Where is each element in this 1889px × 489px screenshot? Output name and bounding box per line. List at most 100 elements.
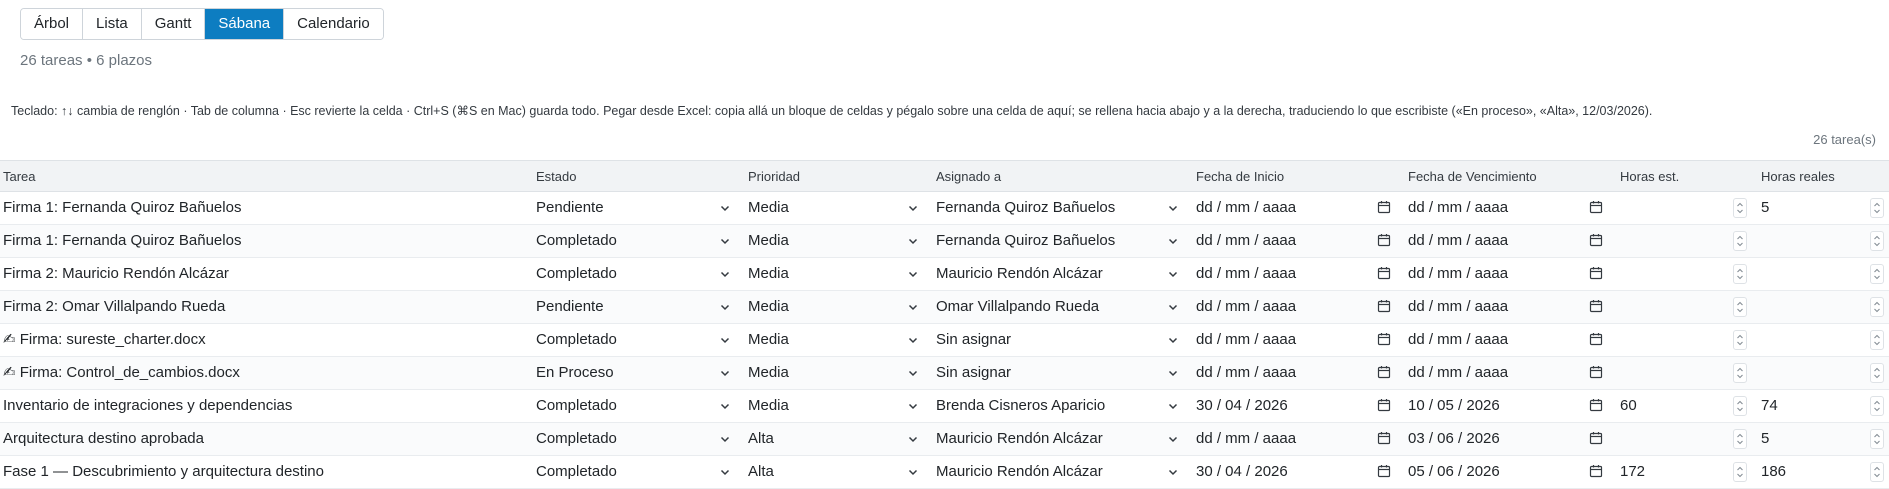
real-hours-input[interactable]: 74 — [1758, 390, 1889, 422]
calendar-icon[interactable] — [1377, 299, 1391, 313]
spinner-updown-icon[interactable] — [1733, 231, 1747, 251]
start-date-input[interactable]: dd / mm / aaaa — [1193, 192, 1405, 224]
real-hours-input[interactable]: 5 — [1758, 423, 1889, 455]
task-name-cell[interactable]: Arquitectura destino aprobada — [0, 423, 533, 455]
real-hours-input[interactable] — [1758, 357, 1889, 389]
est-hours-input[interactable] — [1617, 324, 1758, 356]
est-hours-input[interactable] — [1617, 192, 1758, 224]
assignee-select[interactable]: Brenda Cisneros Aparicio — [933, 390, 1193, 422]
est-hours-input[interactable] — [1617, 357, 1758, 389]
assignee-select[interactable]: Sin asignar — [933, 357, 1193, 389]
due-date-input[interactable]: dd / mm / aaaa — [1405, 258, 1617, 290]
assignee-select[interactable]: Omar Villalpando Rueda — [933, 291, 1193, 323]
spinner-updown-icon[interactable] — [1870, 429, 1884, 449]
calendar-icon[interactable] — [1377, 233, 1391, 247]
calendar-icon[interactable] — [1589, 266, 1603, 280]
due-date-input[interactable]: dd / mm / aaaa — [1405, 291, 1617, 323]
status-select[interactable]: Pendiente — [533, 291, 745, 323]
priority-select[interactable]: Media — [745, 357, 933, 389]
spinner-updown-icon[interactable] — [1870, 231, 1884, 251]
spinner-updown-icon[interactable] — [1870, 396, 1884, 416]
real-hours-input[interactable] — [1758, 324, 1889, 356]
calendar-icon[interactable] — [1589, 332, 1603, 346]
spinner-updown-icon[interactable] — [1870, 462, 1884, 482]
priority-select[interactable]: Media — [745, 258, 933, 290]
assignee-select[interactable]: Mauricio Rendón Alcázar — [933, 423, 1193, 455]
status-select[interactable]: Pendiente — [533, 192, 745, 224]
calendar-icon[interactable] — [1589, 233, 1603, 247]
task-name-cell[interactable]: ✍ Firma: Control_de_cambios.docx — [0, 357, 533, 389]
due-date-input[interactable]: dd / mm / aaaa — [1405, 225, 1617, 257]
task-name-cell[interactable]: Fase 1 — Descubrimiento y arquitectura d… — [0, 456, 533, 488]
view-tab-gantt[interactable]: Gantt — [141, 9, 206, 39]
spinner-updown-icon[interactable] — [1733, 363, 1747, 383]
assignee-select[interactable]: Fernanda Quiroz Bañuelos — [933, 225, 1193, 257]
start-date-input[interactable]: dd / mm / aaaa — [1193, 291, 1405, 323]
start-date-input[interactable]: dd / mm / aaaa — [1193, 324, 1405, 356]
real-hours-input[interactable]: 5 — [1758, 192, 1889, 224]
calendar-icon[interactable] — [1589, 299, 1603, 313]
calendar-icon[interactable] — [1377, 200, 1391, 214]
calendar-icon[interactable] — [1589, 398, 1603, 412]
col-header-est-hours[interactable]: Horas est. — [1617, 161, 1758, 191]
due-date-input[interactable]: 05 / 06 / 2026 — [1405, 456, 1617, 488]
est-hours-input[interactable]: 172 — [1617, 456, 1758, 488]
calendar-icon[interactable] — [1377, 266, 1391, 280]
col-header-start-date[interactable]: Fecha de Inicio — [1193, 161, 1405, 191]
spinner-updown-icon[interactable] — [1733, 462, 1747, 482]
spinner-updown-icon[interactable] — [1733, 297, 1747, 317]
assignee-select[interactable]: Mauricio Rendón Alcázar — [933, 258, 1193, 290]
calendar-icon[interactable] — [1589, 200, 1603, 214]
due-date-input[interactable]: dd / mm / aaaa — [1405, 357, 1617, 389]
status-select[interactable]: Completado — [533, 423, 745, 455]
est-hours-input[interactable] — [1617, 258, 1758, 290]
real-hours-input[interactable] — [1758, 225, 1889, 257]
view-tab-arbol[interactable]: Árbol — [21, 9, 84, 39]
view-tab-sabana[interactable]: Sábana — [205, 9, 285, 39]
col-header-due-date[interactable]: Fecha de Vencimiento — [1405, 161, 1617, 191]
status-select[interactable]: Completado — [533, 456, 745, 488]
real-hours-input[interactable] — [1758, 291, 1889, 323]
view-tab-calendario[interactable]: Calendario — [284, 9, 383, 39]
calendar-icon[interactable] — [1377, 332, 1391, 346]
due-date-input[interactable]: 10 / 05 / 2026 — [1405, 390, 1617, 422]
status-select[interactable]: Completado — [533, 324, 745, 356]
priority-select[interactable]: Media — [745, 390, 933, 422]
task-name-cell[interactable]: ✍ Firma: sureste_charter.docx — [0, 324, 533, 356]
spinner-updown-icon[interactable] — [1870, 297, 1884, 317]
calendar-icon[interactable] — [1377, 464, 1391, 478]
col-header-status[interactable]: Estado — [533, 161, 745, 191]
est-hours-input[interactable] — [1617, 291, 1758, 323]
priority-select[interactable]: Media — [745, 192, 933, 224]
start-date-input[interactable]: dd / mm / aaaa — [1193, 225, 1405, 257]
start-date-input[interactable]: dd / mm / aaaa — [1193, 357, 1405, 389]
calendar-icon[interactable] — [1377, 365, 1391, 379]
start-date-input[interactable]: 30 / 04 / 2026 — [1193, 390, 1405, 422]
col-header-real-hours[interactable]: Horas reales — [1758, 161, 1889, 191]
spinner-updown-icon[interactable] — [1870, 330, 1884, 350]
start-date-input[interactable]: 30 / 04 / 2026 — [1193, 456, 1405, 488]
spinner-updown-icon[interactable] — [1870, 264, 1884, 284]
due-date-input[interactable]: dd / mm / aaaa — [1405, 324, 1617, 356]
est-hours-input[interactable] — [1617, 423, 1758, 455]
assignee-select[interactable]: Sin asignar — [933, 324, 1193, 356]
priority-select[interactable]: Media — [745, 291, 933, 323]
calendar-icon[interactable] — [1377, 431, 1391, 445]
assignee-select[interactable]: Mauricio Rendón Alcázar — [933, 456, 1193, 488]
status-select[interactable]: Completado — [533, 225, 745, 257]
start-date-input[interactable]: dd / mm / aaaa — [1193, 258, 1405, 290]
col-header-task[interactable]: Tarea — [0, 161, 533, 191]
spinner-updown-icon[interactable] — [1733, 429, 1747, 449]
spinner-updown-icon[interactable] — [1733, 264, 1747, 284]
spinner-updown-icon[interactable] — [1733, 330, 1747, 350]
task-name-cell[interactable]: Firma 1: Fernanda Quiroz Bañuelos — [0, 225, 533, 257]
status-select[interactable]: Completado — [533, 258, 745, 290]
start-date-input[interactable]: dd / mm / aaaa — [1193, 423, 1405, 455]
col-header-assignee[interactable]: Asignado a — [933, 161, 1193, 191]
status-select[interactable]: Completado — [533, 390, 745, 422]
spinner-updown-icon[interactable] — [1870, 363, 1884, 383]
real-hours-input[interactable] — [1758, 258, 1889, 290]
task-name-cell[interactable]: Firma 2: Omar Villalpando Rueda — [0, 291, 533, 323]
spinner-updown-icon[interactable] — [1733, 396, 1747, 416]
task-name-cell[interactable]: Firma 2: Mauricio Rendón Alcázar — [0, 258, 533, 290]
